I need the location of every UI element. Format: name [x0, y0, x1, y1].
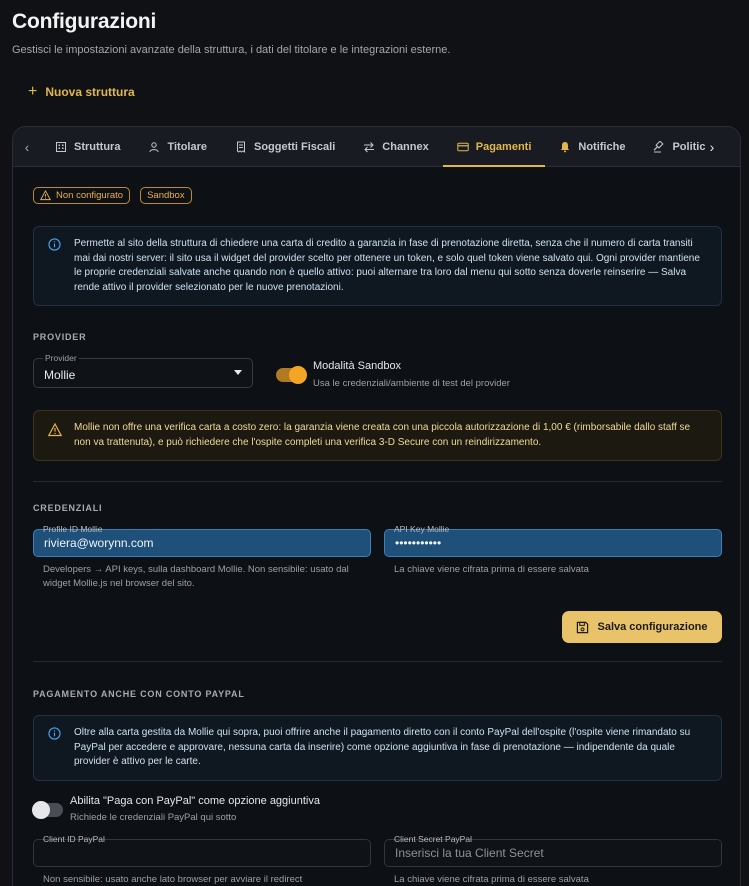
- status-badges: Non configurato Sandbox: [33, 187, 192, 204]
- paypal-client-secret-help: La chiave viene cifrata prima di essere …: [394, 874, 589, 885]
- tab-titolare[interactable]: Titolare: [134, 127, 221, 166]
- paypal-toggle-subtitle: Richiede le credenziali PayPal qui sotto: [70, 812, 237, 823]
- payments-info-box: Permette al sito della struttura di chie…: [33, 226, 722, 306]
- page-title: Configurazioni: [12, 10, 157, 33]
- plus-icon: +: [28, 83, 38, 100]
- paypal-info-box: Oltre alla carta gestita da Mollie qui s…: [33, 715, 722, 781]
- tab-struttura[interactable]: Struttura: [41, 127, 134, 166]
- warning-icon: [40, 190, 51, 201]
- settings-card: ‹ Struttura Titolare Soggetti Fiscali Ch…: [12, 126, 741, 886]
- paypal-client-id-help: Non sensibile: usato anche lato browser …: [43, 874, 303, 885]
- user-icon: [149, 141, 160, 152]
- api-key-help: La chiave viene cifrata prima di essere …: [394, 564, 589, 575]
- tab-channex[interactable]: Channex: [349, 127, 442, 166]
- warning-icon: [48, 423, 62, 437]
- payments-info-text: Permette al sito della struttura di chie…: [74, 238, 700, 293]
- tab-bar: ‹ Struttura Titolare Soggetti Fiscali Ch…: [13, 127, 740, 167]
- profile-id-help: Developers → API keys, sulla dashboard M…: [43, 564, 349, 589]
- credit-card-icon: [457, 142, 469, 151]
- bell-icon: [561, 141, 570, 152]
- tab-pagamenti[interactable]: Pagamenti: [442, 127, 546, 167]
- tabs-scroll-right-icon[interactable]: ›: [702, 127, 722, 167]
- divider: [33, 661, 722, 662]
- floppy-disk-icon: [577, 621, 589, 633]
- sandbox-toggle-title: Modalità Sandbox: [313, 360, 402, 372]
- building-icon: [56, 141, 66, 152]
- new-structure-label: Nuova struttura: [45, 85, 135, 99]
- divider: [33, 481, 722, 482]
- profile-id-label: Profile ID Mollie: [43, 524, 103, 534]
- save-configuration-button[interactable]: Salva configurazione: [562, 611, 722, 643]
- paypal-section-label: PAGAMENTO ANCHE CON CONTO PAYPAL: [33, 689, 245, 699]
- caret-down-icon: [234, 370, 242, 375]
- paypal-toggle-title: Abilita "Paga con PayPal" come opzione a…: [70, 795, 320, 807]
- mollie-warning-text: Mollie non offre una verifica carta a co…: [74, 422, 691, 448]
- tab-notifiche[interactable]: Notifiche: [545, 127, 639, 166]
- status-badge-not-configured: Non configurato: [33, 187, 131, 204]
- info-icon: [48, 238, 61, 251]
- paypal-toggle[interactable]: [32, 801, 63, 819]
- mollie-warning-box: Mollie non offre una verifica carta a co…: [33, 410, 722, 461]
- api-key-label: API Key Mollie: [394, 524, 450, 534]
- paypal-client-id-label: Client ID PayPal: [43, 834, 105, 844]
- paypal-client-secret-label: Client Secret PayPal: [394, 834, 472, 844]
- toggle-knob: [289, 366, 307, 384]
- page-subtitle: Gestisci le impostazioni avanzate della …: [12, 44, 451, 56]
- sandbox-toggle[interactable]: [276, 366, 307, 384]
- info-icon: [48, 727, 61, 740]
- swap-arrows-icon: [364, 141, 375, 152]
- status-badge-sandbox: Sandbox: [140, 187, 192, 204]
- provider-select-label: Provider: [43, 353, 79, 363]
- receipt-icon: [236, 141, 245, 153]
- sandbox-toggle-subtitle: Usa le credenziali/ambiente di test del …: [313, 378, 510, 389]
- toggle-knob: [32, 801, 50, 819]
- tabs-scroll-left-icon[interactable]: ‹: [13, 127, 41, 166]
- provider-section-label: PROVIDER: [33, 332, 87, 342]
- provider-select-value: Mollie: [44, 368, 76, 382]
- credentials-section-label: CREDENZIALI: [33, 503, 103, 513]
- gavel-icon: [654, 140, 664, 152]
- new-structure-button[interactable]: + Nuova struttura: [28, 84, 135, 100]
- paypal-info-text: Oltre alla carta gestita da Mollie qui s…: [74, 727, 691, 767]
- tab-soggetti-fiscali[interactable]: Soggetti Fiscali: [221, 127, 349, 166]
